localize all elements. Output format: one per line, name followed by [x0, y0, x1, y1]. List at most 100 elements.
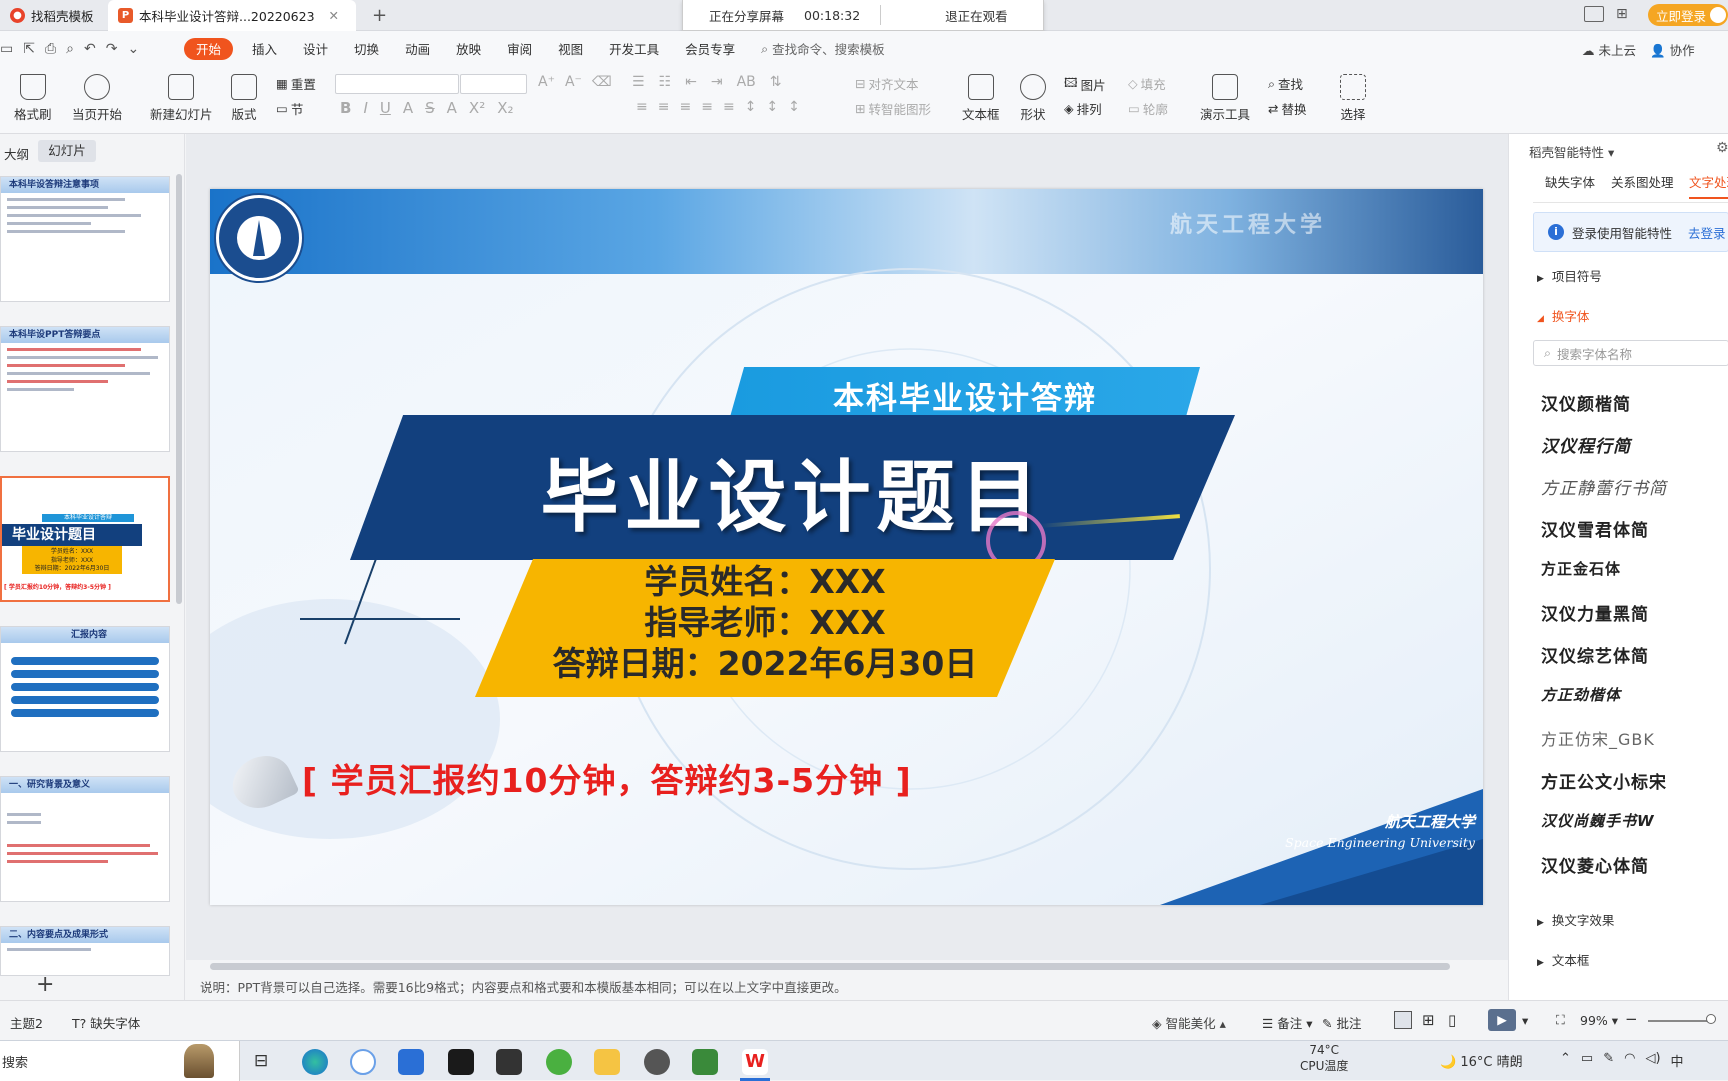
menu-slideshow[interactable]: 放映: [443, 31, 494, 66]
italic-icon[interactable]: I: [363, 99, 367, 117]
canvas-horizontal-scrollbar[interactable]: [210, 963, 1450, 970]
undo-icon[interactable]: ↶: [84, 41, 96, 57]
reset-button[interactable]: ▦ 重置: [276, 74, 316, 93]
tab-current-document[interactable]: P 本科毕业设计答辩...20220623 ✕: [108, 0, 356, 31]
panel-header[interactable]: 稻壳智能特性 ▾: [1529, 142, 1614, 161]
slide-thumbnail-1[interactable]: 本科毕设答辩注意事项: [0, 176, 170, 302]
command-search[interactable]: ⌕ 查找命令、搜索模板: [748, 31, 898, 66]
pen-icon[interactable]: ✎: [1603, 1051, 1614, 1070]
font-option[interactable]: 汉仪尚巍手书W: [1541, 810, 1655, 831]
slide-thumbnail-3[interactable]: 本科毕业设计答辩 毕业设计题目 学员姓名：XXX 指导老师：XXX 答辩日期：2…: [0, 476, 170, 602]
font-option[interactable]: 汉仪颜楷简: [1541, 390, 1631, 415]
menu-animation[interactable]: 动画: [392, 31, 443, 66]
cpu-temp-widget[interactable]: 74°C CPU温度: [1300, 1043, 1348, 1074]
normal-view-icon[interactable]: [1394, 1011, 1412, 1029]
comment-button[interactable]: ✎ 批注: [1322, 1013, 1361, 1032]
font-option[interactable]: 方正仿宋_GBK: [1541, 726, 1655, 750]
spacing-icon[interactable]: ↕: [766, 99, 778, 115]
font-option[interactable]: 汉仪雪君体简: [1541, 516, 1649, 541]
zoom-level[interactable]: 99% ▾: [1580, 1013, 1618, 1028]
slide-thumbnail-5[interactable]: 一、研究背景及意义: [0, 776, 170, 902]
justify-icon[interactable]: ≡: [701, 99, 713, 115]
textbox-section[interactable]: ▶ 文本框: [1537, 950, 1589, 969]
font-color-icon[interactable]: A: [447, 99, 457, 117]
distribute-icon[interactable]: ≡: [723, 99, 735, 115]
tab-diagram-processing[interactable]: 关系图处理: [1611, 172, 1674, 191]
window-layout-icon[interactable]: [1584, 6, 1604, 22]
outline-tab[interactable]: 大纲: [4, 144, 29, 163]
cloud-status[interactable]: ☁ 未上云: [1582, 40, 1636, 59]
outdent-icon[interactable]: ⇤: [685, 74, 697, 90]
arrange-button[interactable]: ◈ 排列: [1064, 99, 1102, 118]
design-app-icon[interactable]: [496, 1049, 522, 1075]
tab-text-processing[interactable]: 文字处理: [1689, 172, 1728, 199]
font-size-select[interactable]: [460, 74, 527, 94]
menu-review[interactable]: 审阅: [494, 31, 545, 66]
slide-subtitle[interactable]: 本科毕业设计答辩: [730, 373, 1200, 418]
grid-icon[interactable]: ⊞: [1616, 6, 1628, 22]
save-icon[interactable]: ▭: [0, 41, 13, 57]
notes-button[interactable]: ☰ 备注 ▾: [1262, 1013, 1312, 1032]
ime-indicator[interactable]: 中: [1671, 1051, 1684, 1070]
qq-music-icon[interactable]: [398, 1049, 424, 1075]
align-text-button[interactable]: ⊟ 对齐文本: [855, 74, 919, 93]
align-left-icon[interactable]: ≡: [636, 99, 648, 115]
slide-thumbnail-2[interactable]: 本科毕设PPT答辩要点: [0, 326, 170, 452]
indent-icon[interactable]: ⇥: [711, 74, 723, 90]
login-button[interactable]: 立即登录: [1648, 4, 1728, 26]
play-icon[interactable]: ▶: [1488, 1009, 1516, 1031]
replace-button[interactable]: ⇄ 替换: [1268, 99, 1307, 118]
outline-button[interactable]: ▭ 轮廓: [1128, 99, 1168, 118]
bullets-section[interactable]: ▶ 项目符号: [1537, 266, 1602, 285]
shape-button[interactable]: 形状: [1020, 74, 1046, 123]
menu-developer[interactable]: 开发工具: [596, 31, 672, 66]
find-button[interactable]: ⌕ 查找: [1268, 74, 1303, 93]
volume-icon[interactable]: ◁): [1645, 1051, 1660, 1070]
reading-view-icon[interactable]: ▯: [1448, 1011, 1456, 1029]
font-option[interactable]: 汉仪程行简: [1541, 432, 1631, 457]
tab-missing-fonts[interactable]: 缺失字体: [1545, 172, 1595, 191]
wifi-icon[interactable]: ◠: [1624, 1051, 1635, 1070]
slide-thumbnail-4[interactable]: 汇报内容: [0, 626, 170, 752]
clear-format-icon[interactable]: ⌫: [592, 74, 612, 90]
missing-font-button[interactable]: T? 缺失字体: [72, 1013, 140, 1032]
tab-docer-templates[interactable]: ● 找稻壳模板: [0, 0, 105, 31]
picture-button[interactable]: 🖾 图片: [1064, 74, 1106, 95]
superscript-icon[interactable]: X²: [469, 99, 485, 117]
layout-button[interactable]: 版式: [231, 74, 257, 123]
align-center-icon[interactable]: ≡: [658, 99, 670, 115]
chevron-down-icon[interactable]: ⌄: [127, 41, 139, 57]
baidu-netdisk-icon[interactable]: [350, 1049, 376, 1075]
bold-icon[interactable]: B: [340, 99, 351, 117]
theme-name[interactable]: 主题2: [10, 1013, 43, 1032]
zoom-slider-handle[interactable]: [1706, 1014, 1716, 1024]
increase-font-icon[interactable]: A⁺: [538, 74, 555, 90]
font-name-select[interactable]: [335, 74, 459, 94]
menu-transition[interactable]: 切换: [341, 31, 392, 66]
edge-browser-icon[interactable]: [302, 1049, 328, 1075]
spreadsheet-icon[interactable]: [692, 1049, 718, 1075]
menu-view[interactable]: 视图: [545, 31, 596, 66]
new-slide-button[interactable]: 新建幻灯片: [150, 74, 213, 123]
bullet-list-icon[interactable]: ☰: [632, 74, 645, 90]
taskbar-search-box[interactable]: 搜索: [0, 1041, 240, 1081]
underline-icon[interactable]: U: [380, 99, 391, 117]
fit-window-icon[interactable]: ⛶: [1556, 1012, 1565, 1028]
weather-widget[interactable]: 🌙 16°C 晴朗: [1440, 1051, 1523, 1070]
chevron-up-icon[interactable]: ⌃: [1560, 1051, 1571, 1070]
task-view-icon[interactable]: ⊟: [254, 1051, 268, 1071]
menu-design[interactable]: 设计: [290, 31, 341, 66]
new-tab-button[interactable]: +: [362, 0, 397, 31]
add-slide-button[interactable]: +: [36, 972, 54, 997]
font-option[interactable]: 汉仪力量黑简: [1541, 600, 1649, 625]
font-option[interactable]: 方正静蕾行书简: [1541, 474, 1667, 499]
font-search-input[interactable]: ⌕ 搜索字体名称: [1533, 340, 1728, 366]
redo-icon[interactable]: ↷: [106, 41, 118, 57]
presenter-tools-button[interactable]: 演示工具: [1200, 74, 1250, 123]
gear-icon[interactable]: ⚙: [1716, 140, 1728, 156]
format-painter-button[interactable]: 格式刷: [14, 74, 52, 123]
wps-icon[interactable]: W: [742, 1049, 768, 1075]
slide-thumbnail-6[interactable]: 二、内容要点及成果形式: [0, 926, 170, 976]
fill-button[interactable]: ◇ 填充: [1128, 74, 1166, 93]
file-explorer-icon[interactable]: [594, 1049, 620, 1075]
